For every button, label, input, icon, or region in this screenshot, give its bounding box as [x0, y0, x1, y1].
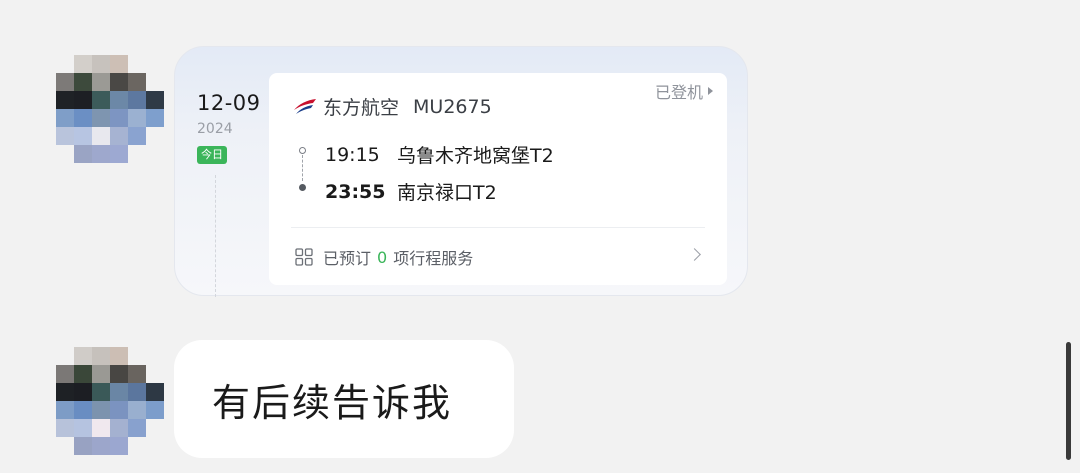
triangle-right-icon: [708, 87, 713, 95]
china-eastern-logo-icon: [294, 98, 316, 114]
flight-date: 12-09: [197, 91, 261, 115]
text-message[interactable]: 有后续告诉我: [174, 340, 514, 458]
status-label: 已登机: [654, 83, 703, 102]
divider: [291, 227, 705, 228]
today-badge: 今日: [197, 146, 227, 164]
services-count: 0: [377, 247, 388, 267]
flight-year: 2024: [197, 121, 233, 137]
airline-name: 东方航空: [323, 97, 400, 119]
message-text: 有后续告诉我: [212, 381, 453, 425]
scrollbar[interactable]: [1066, 342, 1071, 460]
airline-row: 东方航空 MU2675: [291, 93, 492, 120]
departure-time: 19:15: [325, 143, 380, 166]
avatar[interactable]: [56, 55, 166, 165]
arrival-segment: 23:55 南京禄口T2: [325, 178, 497, 205]
arrival-time: 23:55: [325, 180, 386, 203]
services-prefix: 已预订: [323, 249, 372, 268]
services-suffix: 项行程服务: [393, 249, 474, 268]
timeline-line: [215, 175, 216, 297]
flight-number: MU2675: [413, 95, 492, 118]
chevron-right-icon[interactable]: [688, 248, 701, 261]
route-line: [302, 155, 303, 181]
date-column: 12-09 2024 今日: [197, 91, 267, 164]
arrival-airport: 南京禄口T2: [397, 182, 497, 204]
flight-card[interactable]: 已登机 东方航空 MU2675 19:15 乌鲁木齐地窝堡T2 23:55 南京…: [269, 73, 727, 285]
arrival-dot: [299, 184, 306, 191]
grid-icon: [295, 248, 313, 266]
trip-services-row[interactable]: 已预订 0 项行程服务: [295, 245, 473, 269]
boarding-status[interactable]: 已登机: [655, 79, 713, 103]
departure-airport: 乌鲁木齐地窝堡T2: [397, 145, 554, 167]
departure-segment: 19:15 乌鲁木齐地窝堡T2: [325, 141, 554, 168]
avatar[interactable]: [56, 347, 166, 457]
flight-card-message[interactable]: 12-09 2024 今日 已登机 东方航空 MU2675 19:15 乌鲁木齐…: [174, 46, 748, 297]
departure-dot: [299, 147, 306, 154]
